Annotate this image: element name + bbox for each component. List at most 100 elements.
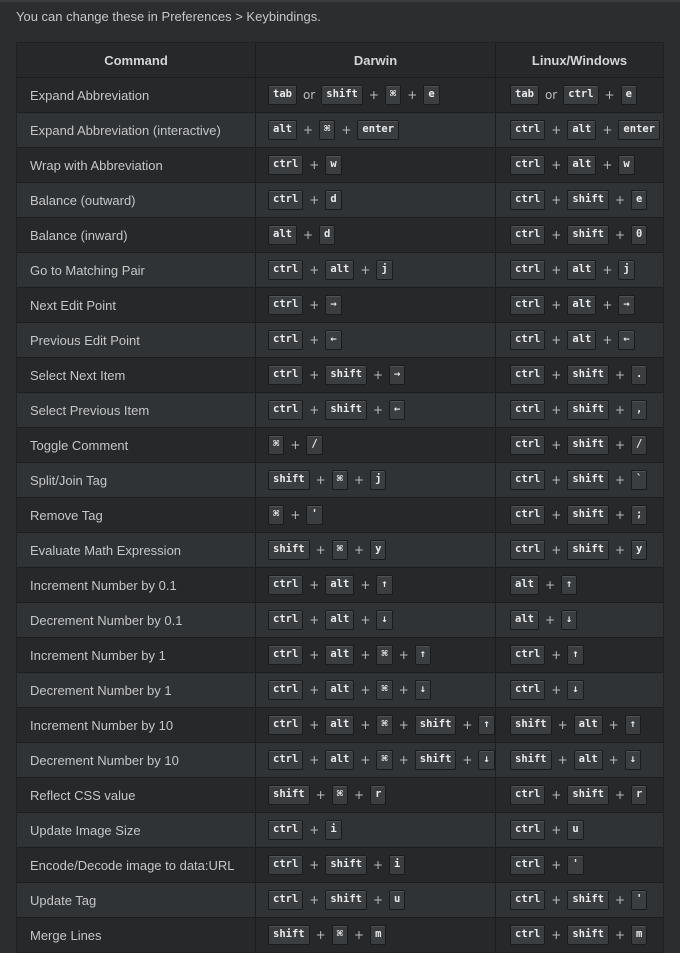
key-cap: →: [325, 295, 342, 315]
key-cap: /: [306, 435, 323, 455]
darwin-shortcut: ctrl + shift + u: [256, 883, 496, 917]
key-cap: ctrl: [268, 365, 304, 385]
command-name: Evaluate Math Expression: [17, 533, 256, 567]
linux-windows-shortcut: ctrl + shift +0: [496, 218, 663, 252]
plus-separator: +: [614, 893, 626, 907]
table-row: Select Next Item ctrl + shift + → ctrl + shift +.: [17, 358, 663, 393]
key-cap: alt: [567, 155, 597, 175]
key-cap: ': [567, 855, 584, 875]
key-cap: `: [631, 470, 648, 490]
key-cap: ctrl: [268, 855, 304, 875]
plus-separator: +: [398, 718, 409, 732]
plus-separator: +: [302, 228, 314, 242]
plus-separator: +: [557, 753, 568, 767]
key-cap: ↑: [414, 645, 432, 665]
plus-separator: +: [309, 333, 320, 347]
command-name: Expand Abbreviation (interactive): [17, 113, 256, 147]
key-cap: alt: [325, 680, 355, 700]
darwin-shortcut: ⌘ + /: [256, 428, 496, 462]
linux-windows-shortcut: ctrl + shift + e: [496, 183, 663, 217]
key-cap: e: [423, 85, 440, 105]
linux-windows-shortcut: ctrl + alt + ←: [496, 323, 663, 357]
plus-separator: +: [354, 473, 365, 487]
plus-separator: +: [551, 893, 562, 907]
plus-separator: +: [290, 508, 301, 522]
plus-separator: +: [341, 123, 352, 137]
key-cap: alt: [567, 120, 597, 140]
header-command: Command: [17, 43, 256, 77]
plus-separator: +: [551, 858, 562, 872]
plus-separator: +: [614, 438, 626, 452]
key-cap: i: [389, 855, 406, 875]
key-cap: ctrl: [510, 540, 546, 560]
linux-windows-shortcut: ctrl + shift + /: [496, 428, 663, 462]
plus-separator: +: [551, 193, 562, 207]
keybindings-table: Command Darwin Linux/Windows Expand Abbr…: [16, 42, 664, 953]
key-cap: shift: [567, 435, 609, 455]
table-row: Expand Abbreviation (interactive) alt + ⌘ + e…: [17, 113, 663, 148]
plus-separator: +: [309, 193, 320, 207]
key-cap: r: [631, 785, 648, 805]
command-name: Toggle Comment: [17, 428, 256, 462]
linux-windows-shortcut: ctrl + alt + j: [496, 253, 663, 287]
plus-separator: +: [551, 648, 562, 662]
key-cap: ctrl: [268, 750, 304, 770]
darwin-shortcut: ctrl + alt + ⌘ + ↑: [256, 638, 496, 672]
table-row: Update Image Size ctrl + i ctrl + u: [17, 813, 663, 848]
key-cap: d: [319, 225, 336, 245]
key-cap: shift: [325, 855, 367, 875]
key-cap: ctrl: [510, 820, 546, 840]
key-cap: ↑: [624, 715, 642, 735]
key-cap: shift: [268, 470, 310, 490]
key-cap: tab: [268, 85, 297, 105]
table-header: Command Darwin Linux/Windows: [17, 43, 663, 78]
key-cap: ': [306, 505, 323, 525]
linux-windows-shortcut: ctrl + ': [496, 848, 663, 882]
key-cap: ctrl: [510, 785, 546, 805]
plus-separator: +: [398, 753, 409, 767]
darwin-shortcut: tab or shift + ⌘ + e: [256, 78, 496, 112]
key-cap: shift: [414, 715, 457, 735]
darwin-shortcut: ctrl + alt + ↑: [256, 568, 496, 602]
darwin-shortcut: alt + d: [256, 218, 496, 252]
plus-separator: +: [354, 543, 365, 557]
linux-windows-shortcut: shift + alt + ↑: [496, 708, 663, 742]
key-cap: ↑: [478, 715, 495, 735]
linux-windows-shortcut: ctrl + shift + `: [496, 463, 663, 497]
plus-separator: +: [614, 368, 626, 382]
table-row: Remove Tag ⌘ + ' ctrl + shift +;: [17, 498, 663, 533]
key-cap: shift: [510, 715, 552, 735]
key-cap: ctrl: [510, 855, 546, 875]
linux-windows-shortcut: ctrl + alt + w: [496, 148, 663, 182]
key-cap: ctrl: [268, 680, 304, 700]
plus-separator: +: [309, 858, 320, 872]
key-cap: d: [325, 190, 342, 210]
plus-separator: +: [551, 543, 562, 557]
key-cap: ↑: [376, 575, 393, 595]
plus-separator: +: [614, 228, 626, 242]
plus-separator: +: [544, 613, 556, 627]
key-cap: shift: [567, 470, 609, 490]
command-name: Remove Tag: [17, 498, 256, 532]
key-cap: ctrl: [510, 505, 546, 525]
key-cap: alt: [573, 715, 603, 735]
key-cap: shift: [325, 890, 367, 910]
table-row: Toggle Comment ⌘ + / ctrl + shift + /: [17, 428, 663, 463]
key-cap: m: [631, 925, 648, 945]
key-cap: ctrl: [510, 155, 546, 175]
key-cap: alt: [573, 750, 603, 770]
key-cap: ctrl: [268, 330, 304, 350]
key-cap: ctrl: [268, 155, 304, 175]
darwin-shortcut: ⌘ + ': [256, 498, 496, 532]
key-cap: w: [618, 155, 635, 175]
key-cap: ↓: [624, 750, 642, 770]
linux-windows-shortcut: ctrl + ↑: [496, 638, 663, 672]
darwin-shortcut: ctrl + shift + →: [256, 358, 496, 392]
darwin-shortcut: shift + ⌘ + y: [256, 533, 496, 567]
linux-windows-shortcut: ctrl + u: [496, 813, 663, 847]
key-cap: enter: [618, 120, 660, 140]
plus-separator: +: [309, 683, 320, 697]
key-cap: ctrl: [268, 890, 304, 910]
command-name: Update Image Size: [17, 813, 256, 847]
key-cap: shift: [325, 400, 367, 420]
